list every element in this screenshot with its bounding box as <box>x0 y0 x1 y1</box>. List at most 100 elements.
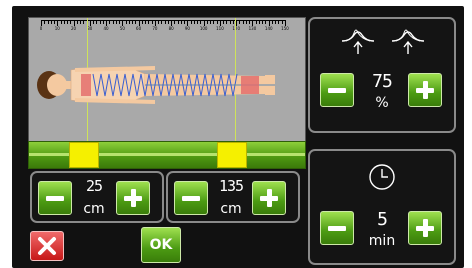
ruler-tick <box>67 20 69 24</box>
ruler-tick <box>60 20 62 24</box>
ruler-tick <box>164 20 166 24</box>
ruler-tick <box>197 20 199 24</box>
ruler-tick <box>245 20 247 24</box>
timer-value: 5 <box>377 209 388 230</box>
ruler-tick <box>158 20 160 24</box>
length-ruler: 0 10 20 30 40 50 60 70 80 90 100 110 120 130 140 150 <box>39 20 289 32</box>
zone-range-slider[interactable] <box>28 141 306 169</box>
ruler-tick <box>83 20 85 24</box>
timer-unit: min <box>368 233 396 249</box>
ruler-tick <box>102 20 104 24</box>
timer-decrease-button[interactable] <box>320 211 354 245</box>
ruler-tick <box>174 20 176 24</box>
start-position-unit: cm <box>83 201 105 217</box>
ruler-tick <box>80 20 82 24</box>
ruler-tick <box>112 20 114 24</box>
start-position-panel: 25 cm <box>30 171 164 223</box>
ruler-tick <box>258 20 260 24</box>
ruler-tick <box>70 20 72 24</box>
ruler-label: 80 <box>168 26 174 31</box>
ruler-tick <box>96 20 98 24</box>
ruler-tick <box>239 20 241 24</box>
pressure-waves-icon <box>341 29 425 54</box>
ruler-tick <box>249 20 251 24</box>
end-position-unit: cm <box>220 201 242 217</box>
ruler-label: 140 <box>264 26 273 31</box>
ruler-tick <box>132 20 134 24</box>
ruler-tick <box>193 20 195 24</box>
patient-figure-icon <box>37 66 275 104</box>
ruler-tick <box>148 20 150 24</box>
ruler-tick <box>141 20 143 24</box>
ruler-tick <box>229 20 231 24</box>
ruler-tick <box>115 20 117 24</box>
end-increase-button[interactable] <box>252 181 286 215</box>
start-handle[interactable] <box>69 142 99 168</box>
ruler-tick <box>275 20 277 24</box>
ruler-tick <box>216 20 218 24</box>
ruler-tick <box>213 20 215 24</box>
ruler-label: 90 <box>184 26 190 31</box>
ruler-label: 100 <box>199 26 208 31</box>
ruler-tick <box>190 20 192 24</box>
ruler-tick <box>128 20 130 24</box>
ruler-label: 20 <box>70 26 77 31</box>
ruler-tick <box>232 20 234 24</box>
ruler-label: 130 <box>248 26 257 31</box>
ruler-tick <box>242 20 244 24</box>
ruler-tick <box>262 20 264 24</box>
start-decrease-button[interactable] <box>38 181 72 215</box>
ruler-tick <box>255 20 257 24</box>
ruler-label: 120 <box>232 26 241 31</box>
ruler-tick <box>44 20 46 24</box>
ruler-tick <box>47 20 49 24</box>
start-position-value: 25 <box>85 177 103 195</box>
close-icon <box>38 237 56 255</box>
intensity-value: 75 <box>372 71 393 92</box>
ruler-tick <box>184 20 186 24</box>
ruler-tick <box>161 20 163 24</box>
ruler-tick <box>281 20 283 24</box>
ruler-label: 30 <box>87 26 93 31</box>
ruler-tick <box>278 20 280 24</box>
intensity-increase-button[interactable] <box>408 73 442 107</box>
timer-increase-button[interactable] <box>408 211 442 245</box>
ruler-tick <box>271 20 273 24</box>
ruler-tick <box>200 20 202 24</box>
ruler-tick <box>50 20 52 24</box>
ruler-tick <box>63 20 65 24</box>
ruler-label: 60 <box>136 26 142 31</box>
ruler-tick <box>177 20 179 24</box>
ruler-label: 10 <box>54 26 60 31</box>
ruler-label: 150 <box>281 26 289 31</box>
ruler-tick <box>226 20 228 24</box>
end-handle[interactable] <box>217 142 247 168</box>
start-increase-button[interactable] <box>116 181 150 215</box>
ruler-tick <box>206 20 208 24</box>
ruler-label: 40 <box>103 26 109 31</box>
end-position-panel: 135 cm <box>166 171 300 223</box>
ruler-tick <box>99 20 101 24</box>
intensity-decrease-button[interactable] <box>320 73 354 107</box>
ok-button[interactable]: OK <box>141 227 181 263</box>
timer-panel: 5 min <box>308 149 456 265</box>
ruler-tick <box>223 20 225 24</box>
ruler-label: 110 <box>216 26 224 31</box>
ruler-tick <box>54 20 55 24</box>
ruler-tick <box>76 20 78 24</box>
end-decrease-button[interactable] <box>174 181 208 215</box>
ruler-tick <box>135 20 137 24</box>
ruler-tick <box>180 20 182 24</box>
intensity-panel: 75 % <box>308 17 456 133</box>
ruler-tick <box>265 20 267 24</box>
ruler-label: 70 <box>152 26 158 31</box>
ruler-label: 0 <box>39 26 43 31</box>
ruler-label: 50 <box>119 26 125 31</box>
ruler-tick <box>109 20 111 24</box>
intensity-unit: % <box>375 95 389 111</box>
ruler-tick <box>210 20 212 24</box>
ruler-tick <box>125 20 127 24</box>
cancel-button[interactable] <box>30 231 64 261</box>
clock-icon <box>369 164 395 190</box>
ruler-tick <box>167 20 169 24</box>
